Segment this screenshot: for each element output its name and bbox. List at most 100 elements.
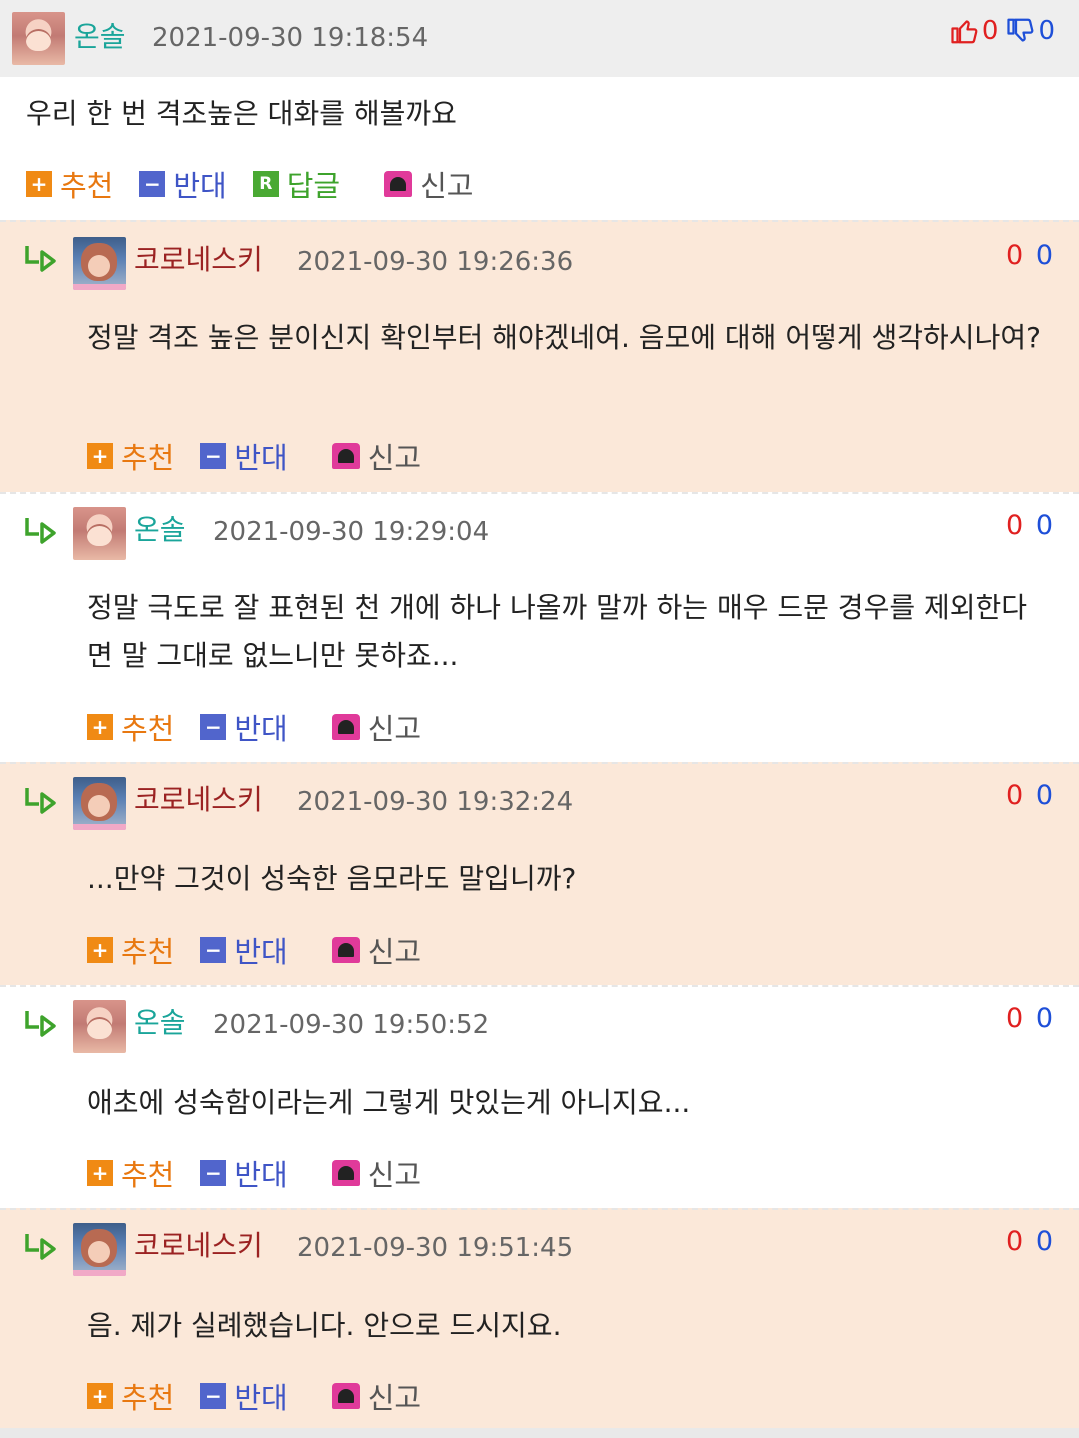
reply-item: 코로네스키 2021-09-30 19:26:36 0 0 정말 격조 높은 분… (0, 220, 1079, 492)
author-name[interactable]: 온솔 (74, 19, 126, 55)
comment-content: ...만약 그것이 성숙한 음모라도 말입니까? (87, 862, 577, 895)
comment-datetime: 2021-09-30 19:50:52 (213, 1010, 490, 1040)
comment-content: 애초에 성숙함이라는게 그렇게 맛있는게 아니지요... (87, 1086, 691, 1119)
recommend-label: 추천 (60, 169, 114, 203)
vote-counts: 0 0 (1006, 1001, 1055, 1037)
oppose-label: 반대 (234, 712, 288, 746)
recommend-button[interactable]: + 추천 (87, 1152, 174, 1194)
siren-icon (331, 1383, 360, 1409)
avatar[interactable] (73, 507, 126, 560)
vote-counts: 0 0 (1006, 1224, 1055, 1260)
oppose-label: 반대 (173, 169, 227, 203)
reply-item: 온솔 2021-09-30 19:29:04 0 0 정말 극도로 잘 표현된 … (0, 492, 1079, 762)
recommend-button[interactable]: + 추천 (87, 706, 174, 748)
reply-arrow-icon (25, 1234, 56, 1260)
root-comment-header: 온솔 2021-09-30 19:18:54 0 0 (0, 0, 1079, 77)
minus-icon: − (200, 1160, 227, 1186)
comment-content: 정말 격조 높은 분이신지 확인부터 해야겠네여. 음모에 대해 어떻게 생각하… (87, 321, 1041, 354)
minus-icon: − (200, 937, 227, 963)
oppose-button[interactable]: − 반대 (139, 163, 227, 205)
thumbs-up-icon[interactable] (950, 16, 980, 46)
down-count: 0 (1035, 780, 1055, 811)
reply-arrow-icon (25, 1011, 56, 1037)
plus-icon: + (87, 443, 113, 469)
recommend-button[interactable]: + 추천 (87, 435, 174, 477)
avatar[interactable] (73, 237, 126, 290)
down-count: 0 (1035, 1003, 1055, 1034)
siren-icon (331, 937, 360, 963)
reply-button[interactable]: R 답글 (252, 163, 341, 205)
up-count: 0 (1006, 780, 1026, 811)
report-label: 신고 (420, 169, 474, 203)
oppose-button[interactable]: − 반대 (200, 1375, 288, 1417)
report-label: 신고 (367, 1158, 422, 1192)
plus-icon: + (87, 714, 113, 740)
report-button[interactable]: 신고 (331, 1152, 422, 1194)
down-count: 0 (1035, 240, 1055, 271)
plus-icon: + (26, 171, 52, 197)
recommend-button[interactable]: + 추천 (87, 1375, 174, 1417)
reply-icon: R (252, 171, 279, 197)
avatar[interactable] (12, 12, 65, 65)
recommend-label: 추천 (121, 935, 175, 969)
oppose-label: 반대 (234, 1158, 288, 1192)
like-count: 0 (981, 16, 999, 46)
oppose-label: 반대 (234, 1381, 288, 1415)
report-label: 신고 (367, 441, 422, 475)
report-button[interactable]: 신고 (331, 706, 422, 748)
plus-icon: + (87, 937, 113, 963)
up-count: 0 (1006, 1003, 1026, 1034)
minus-icon: − (200, 714, 227, 740)
recommend-button[interactable]: + 추천 (87, 929, 174, 971)
reply-item: 온솔 2021-09-30 19:50:52 0 0 애초에 성숙함이라는게 그… (0, 985, 1079, 1208)
avatar[interactable] (73, 777, 126, 830)
vote-counts: 0 0 (1006, 238, 1055, 274)
recommend-label: 추천 (121, 1381, 175, 1415)
recommend-button[interactable]: + 추천 (26, 163, 113, 205)
down-count: 0 (1035, 1226, 1055, 1257)
dislike-count: 0 (1038, 16, 1055, 46)
bottom-divider (0, 1428, 1079, 1438)
vote-counts: 0 0 (1006, 778, 1055, 814)
report-label: 신고 (367, 1381, 422, 1415)
recommend-label: 추천 (121, 712, 175, 746)
comment-actions: + 추천 − 반대 신고 (87, 1375, 447, 1417)
report-label: 신고 (367, 712, 422, 746)
reply-item: 코로네스키 2021-09-30 19:32:24 0 0 ...만약 그것이 … (0, 762, 1079, 985)
report-button[interactable]: 신고 (331, 435, 422, 477)
comment-datetime: 2021-09-30 19:32:24 (297, 787, 574, 817)
oppose-label: 반대 (234, 441, 288, 475)
author-name[interactable]: 온솔 (134, 512, 186, 548)
reply-arrow-icon (25, 246, 56, 272)
thumbs-down-icon[interactable] (1006, 16, 1036, 46)
oppose-button[interactable]: − 반대 (200, 435, 288, 477)
vote-counts: 0 0 (1006, 508, 1055, 544)
oppose-button[interactable]: − 반대 (200, 929, 288, 971)
oppose-button[interactable]: − 반대 (200, 706, 288, 748)
comment-datetime: 2021-09-30 19:18:54 (152, 23, 429, 53)
report-button[interactable]: 신고 (384, 163, 474, 205)
recommend-label: 추천 (121, 441, 175, 475)
oppose-button[interactable]: − 반대 (200, 1152, 288, 1194)
avatar[interactable] (73, 1223, 126, 1276)
root-vote-counts: 0 0 (950, 16, 1055, 46)
comment-actions: + 추천 − 반대 R 답글 신고 (26, 163, 500, 205)
report-button[interactable]: 신고 (331, 929, 421, 971)
down-count: 0 (1035, 510, 1055, 541)
reply-label: 답글 (286, 169, 341, 203)
comment-actions: + 추천 − 반대 신고 (87, 706, 447, 748)
up-count: 0 (1006, 510, 1026, 541)
avatar[interactable] (73, 1000, 126, 1053)
comment-actions: + 추천 − 반대 신고 (87, 435, 447, 477)
plus-icon: + (87, 1160, 113, 1186)
author-name[interactable]: 코로네스키 (134, 782, 263, 818)
report-button[interactable]: 신고 (331, 1375, 422, 1417)
siren-icon (384, 171, 413, 197)
comment-content: 음. 제가 실례했습니다. 안으로 드시지요. (87, 1309, 562, 1342)
author-name[interactable]: 코로네스키 (134, 1228, 263, 1264)
plus-icon: + (87, 1383, 113, 1409)
author-name[interactable]: 코로네스키 (134, 242, 263, 278)
comment-datetime: 2021-09-30 19:51:45 (297, 1233, 574, 1263)
root-comment-body: 우리 한 번 격조높은 대화를 해볼까요 + 추천 − 반대 R 답글 신고 (0, 77, 1079, 220)
author-name[interactable]: 온솔 (134, 1005, 186, 1041)
